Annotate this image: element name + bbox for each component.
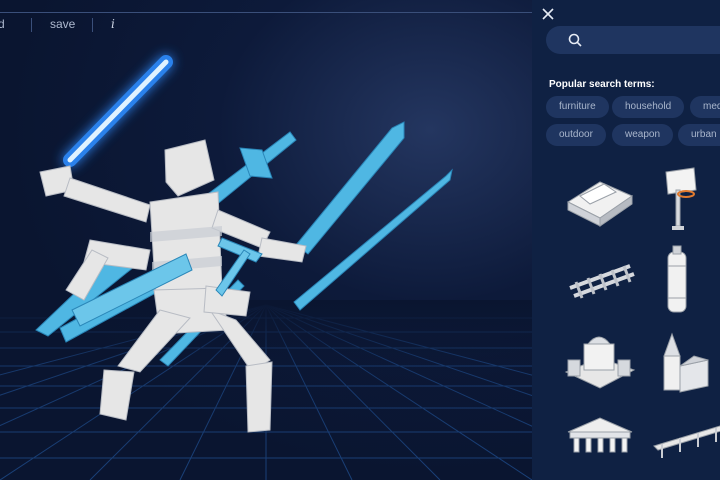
search-panel: Popular search terms: furniture househol…	[532, 0, 720, 480]
house-model-icon[interactable]	[560, 162, 640, 234]
castle-model-icon[interactable]	[560, 326, 640, 398]
chip-furniture[interactable]: furniture	[546, 96, 609, 118]
chip-household[interactable]: household	[612, 96, 685, 118]
popular-search-title: Popular search terms:	[549, 79, 655, 90]
chip-weapon[interactable]: weapon	[612, 124, 674, 146]
basketball-hoop-model-icon[interactable]	[650, 162, 720, 234]
gas-cylinder-model-icon[interactable]	[650, 244, 720, 316]
rail-track-model-icon[interactable]	[560, 244, 640, 316]
bridge-model-icon[interactable]	[650, 408, 720, 480]
church-model-icon[interactable]	[650, 326, 720, 398]
chip-urban[interactable]: urban	[678, 124, 720, 146]
viewport-3d[interactable]: d save i	[0, 0, 532, 480]
temple-model-icon[interactable]	[560, 408, 640, 480]
scene-canvas[interactable]	[0, 0, 532, 480]
close-icon[interactable]	[540, 6, 556, 22]
lightsaber	[63, 55, 173, 167]
toolbar-separator	[31, 18, 32, 32]
chip-medieval[interactable]: medieval	[690, 96, 720, 118]
save-button[interactable]: save	[50, 17, 75, 31]
toolbar-divider	[0, 12, 532, 13]
viewport-toolbar: d save i	[0, 0, 532, 46]
chip-outdoor[interactable]: outdoor	[546, 124, 606, 146]
toolbar-first-button[interactable]: d	[0, 17, 5, 31]
toolbar-separator	[92, 18, 93, 32]
info-button[interactable]: i	[111, 17, 115, 31]
search-input[interactable]	[590, 30, 720, 50]
search-box[interactable]	[546, 26, 720, 54]
search-icon	[568, 33, 582, 47]
